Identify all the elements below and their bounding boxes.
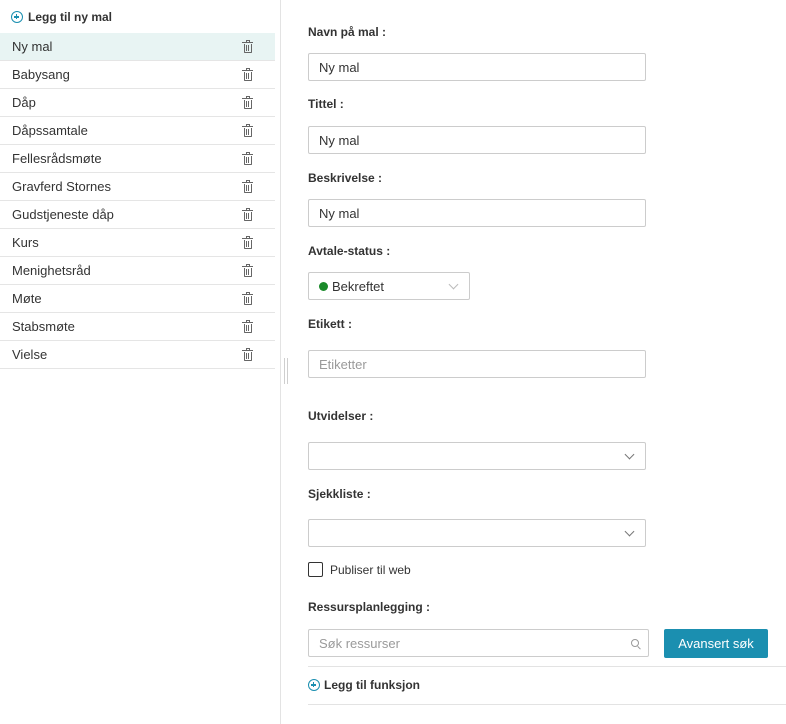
trash-icon[interactable] — [242, 208, 253, 221]
plus-circle-icon — [11, 11, 23, 23]
chevron-down-icon — [624, 526, 635, 537]
resource-search-box — [308, 629, 649, 657]
add-function-label: Legg til funksjon — [324, 678, 420, 692]
extensions-dropdown[interactable] — [308, 442, 646, 470]
template-name: Menighetsråd — [12, 263, 91, 278]
status-value: Bekreftet — [332, 278, 385, 294]
divider — [308, 666, 786, 667]
tag-label: Etikett : — [308, 317, 353, 331]
template-list-item[interactable]: Babysang — [0, 61, 275, 89]
extensions-label: Utvidelser : — [308, 409, 374, 423]
resource-planning-label: Ressursplanlegging : — [308, 600, 431, 614]
template-name: Dåp — [12, 95, 36, 110]
advanced-search-button[interactable]: Avansert søk — [664, 629, 768, 658]
chevron-down-icon — [448, 279, 459, 290]
template-list-item[interactable]: Dåp — [0, 89, 275, 117]
template-name: Ny mal — [12, 39, 53, 54]
trash-icon[interactable] — [242, 152, 253, 165]
trash-icon[interactable] — [242, 320, 253, 333]
template-list: Ny mal Babysang Dåp Dåpssamtale Fellesrådsmø… — [0, 33, 275, 369]
add-function-button[interactable]: Legg til funksjon — [308, 678, 420, 692]
chevron-down-icon — [624, 449, 635, 460]
trash-icon[interactable] — [242, 124, 253, 137]
template-list-item[interactable]: Menighetsråd — [0, 257, 275, 285]
template-list-item[interactable]: Fellesrådsmøte — [0, 145, 275, 173]
publish-web-label: Publiser til web — [330, 562, 411, 577]
template-sidebar: Legg til ny mal Ny mal Babysang Dåp Dåpssam… — [0, 0, 281, 724]
add-template-button[interactable]: Legg til ny mal — [11, 9, 112, 25]
template-name: Møte — [12, 291, 42, 306]
description-label: Beskrivelse : — [308, 171, 383, 185]
template-name: Gudstjeneste dåp — [12, 207, 114, 222]
publish-web-option[interactable]: Publiser til web — [308, 562, 411, 577]
template-name: Stabsmøte — [12, 319, 75, 334]
template-name-input[interactable] — [308, 53, 646, 81]
plus-circle-icon — [308, 679, 320, 691]
divider — [308, 704, 786, 705]
add-template-label: Legg til ny mal — [28, 10, 113, 24]
template-list-item[interactable]: Møte — [0, 285, 275, 313]
pane-resize-handle[interactable] — [284, 358, 288, 384]
resource-search-input[interactable] — [309, 630, 609, 656]
trash-icon[interactable] — [242, 180, 253, 193]
search-icon[interactable] — [631, 639, 639, 647]
template-name: Vielse — [12, 347, 48, 362]
trash-icon[interactable] — [242, 236, 253, 249]
status-dot-icon — [319, 281, 328, 291]
status-label: Avtale-status : — [308, 244, 391, 258]
publish-web-checkbox[interactable] — [308, 562, 323, 577]
checklist-dropdown[interactable] — [308, 519, 646, 547]
template-list-item[interactable]: Dåpssamtale — [0, 117, 275, 145]
template-name: Gravferd Stornes — [12, 179, 111, 194]
template-name: Kurs — [12, 235, 39, 250]
template-name: Dåpssamtale — [12, 123, 88, 138]
trash-icon[interactable] — [242, 40, 253, 53]
template-name: Babysang — [12, 67, 70, 82]
template-form: Navn på mal : Tittel : Beskrivelse : Avt… — [308, 0, 786, 724]
trash-icon[interactable] — [242, 292, 253, 305]
description-input[interactable] — [308, 199, 646, 227]
tag-input[interactable] — [308, 350, 646, 378]
template-name-label: Navn på mal : — [308, 25, 387, 39]
template-list-item[interactable]: Kurs — [0, 229, 275, 257]
checklist-label: Sjekkliste : — [308, 487, 371, 501]
template-list-item[interactable]: Stabsmøte — [0, 313, 275, 341]
trash-icon[interactable] — [242, 96, 253, 109]
status-select[interactable]: Bekreftet — [308, 272, 470, 300]
template-list-item[interactable]: Gudstjeneste dåp — [0, 201, 275, 229]
template-name: Fellesrådsmøte — [12, 151, 102, 166]
trash-icon[interactable] — [242, 348, 253, 361]
trash-icon[interactable] — [242, 264, 253, 277]
template-list-item[interactable]: Gravferd Stornes — [0, 173, 275, 201]
title-input[interactable] — [308, 126, 646, 154]
template-list-item[interactable]: Vielse — [0, 341, 275, 369]
title-label: Tittel : — [308, 97, 344, 111]
trash-icon[interactable] — [242, 68, 253, 81]
template-list-item[interactable]: Ny mal — [0, 33, 275, 61]
